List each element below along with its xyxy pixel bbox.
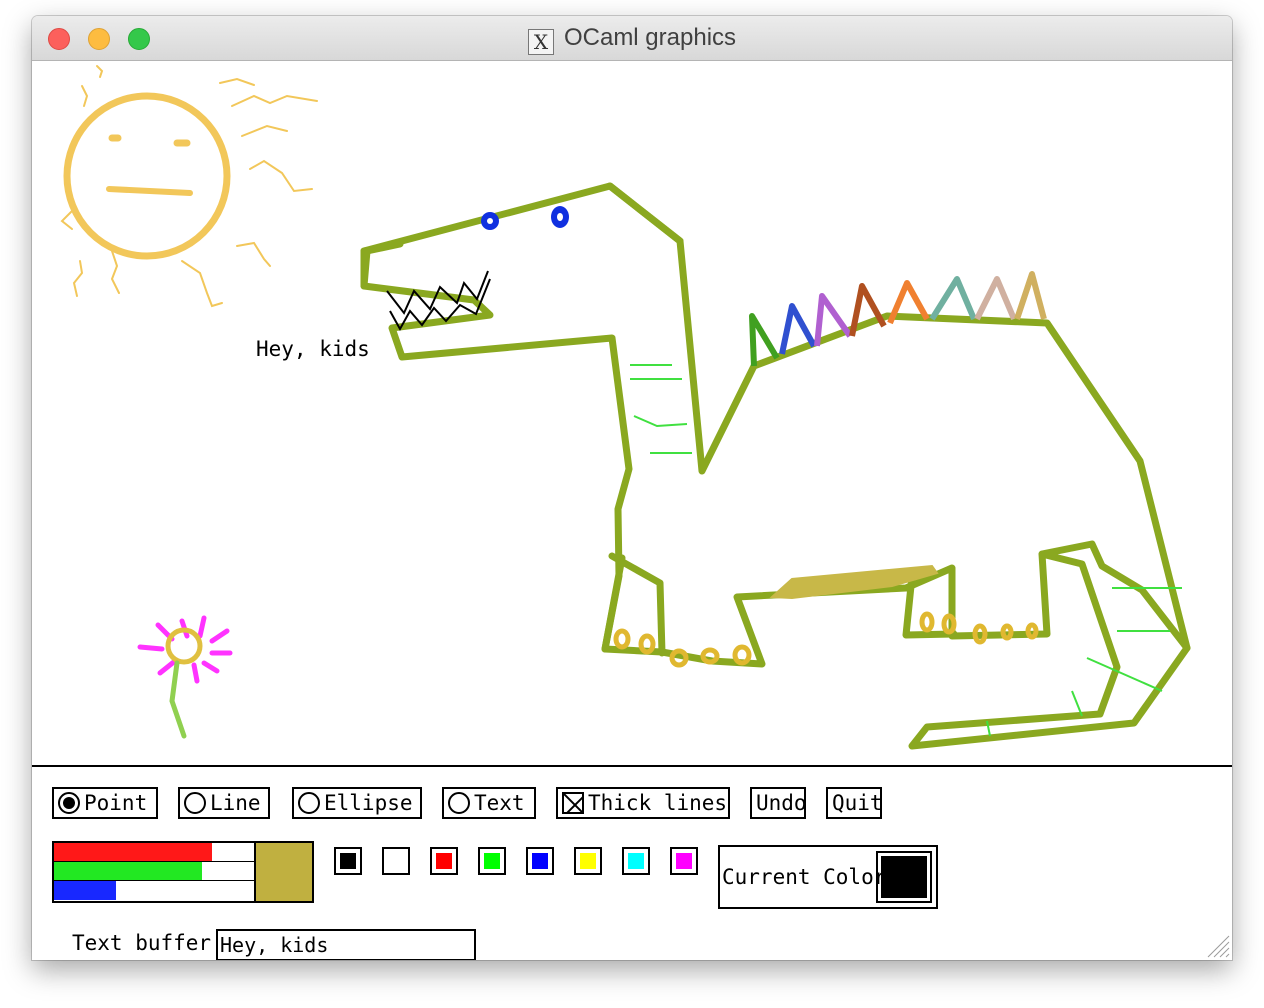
palette-cyan[interactable] [622, 847, 650, 875]
text-tool-label: Text [474, 791, 525, 815]
palette-blue[interactable] [526, 847, 554, 875]
palette-magenta[interactable] [670, 847, 698, 875]
quit-label: Quit [832, 791, 883, 815]
ellipse-tool-label: Ellipse [324, 791, 413, 815]
color-sliders [52, 841, 314, 903]
undo-button[interactable]: Undo [750, 787, 807, 819]
red-slider-fill [54, 843, 212, 861]
blue-slider[interactable] [54, 881, 254, 900]
palette-green[interactable] [478, 847, 506, 875]
title-bar[interactable]: X OCaml graphics [32, 16, 1232, 61]
text-buffer-label: Text buffer: [72, 931, 224, 955]
dinosaur-drawing [360, 182, 1191, 750]
palette-white[interactable] [382, 847, 410, 875]
sun-drawing [60, 65, 318, 308]
thick-lines-checkbox[interactable]: Thick lines [556, 787, 730, 819]
window-title-area: X OCaml graphics [32, 24, 1232, 55]
line-tool-button[interactable]: Line [178, 787, 270, 819]
drawing-svg [60, 65, 1191, 750]
window-title: OCaml graphics [563, 24, 737, 51]
blue-slider-fill [54, 881, 116, 900]
quit-button[interactable]: Quit [826, 787, 883, 819]
flower-drawing [137, 615, 233, 739]
red-slider[interactable] [54, 843, 254, 862]
ellipse-tool-button[interactable]: Ellipse [292, 787, 422, 819]
dinosaur-stripes [630, 364, 1182, 737]
mixed-color-preview [254, 843, 312, 901]
undo-label: Undo [756, 791, 807, 815]
canvas-text: Hey, kids [256, 337, 370, 361]
point-tool-label: Point [84, 791, 148, 815]
radio-selected-icon [58, 792, 80, 814]
radio-empty-icon [184, 792, 206, 814]
palette-yellow[interactable] [574, 847, 602, 875]
palette-black[interactable] [334, 847, 362, 875]
app-window: X OCaml graphics Hey, kids Point Line El… [32, 16, 1232, 960]
green-slider-fill [54, 862, 202, 880]
current-color-display: Current Color [718, 845, 938, 909]
text-tool-button[interactable]: Text [442, 787, 536, 819]
drawing-canvas[interactable]: Hey, kids [32, 61, 1232, 767]
palette-red[interactable] [430, 847, 458, 875]
thick-lines-label: Thick lines [588, 791, 728, 815]
x11-icon: X [527, 29, 554, 55]
control-panel: Point Line Ellipse Text Thick lines Undo… [32, 767, 1232, 960]
resize-grip-icon[interactable] [1204, 932, 1230, 958]
radio-empty-icon [448, 792, 470, 814]
text-buffer-input[interactable] [216, 929, 476, 960]
line-tool-label: Line [210, 791, 261, 815]
checkbox-checked-icon [562, 792, 584, 814]
point-tool-button[interactable]: Point [52, 787, 158, 819]
radio-empty-icon [298, 792, 320, 814]
current-color-label: Current Color [722, 865, 887, 889]
green-slider[interactable] [54, 862, 254, 881]
current-color-swatch [876, 851, 932, 903]
